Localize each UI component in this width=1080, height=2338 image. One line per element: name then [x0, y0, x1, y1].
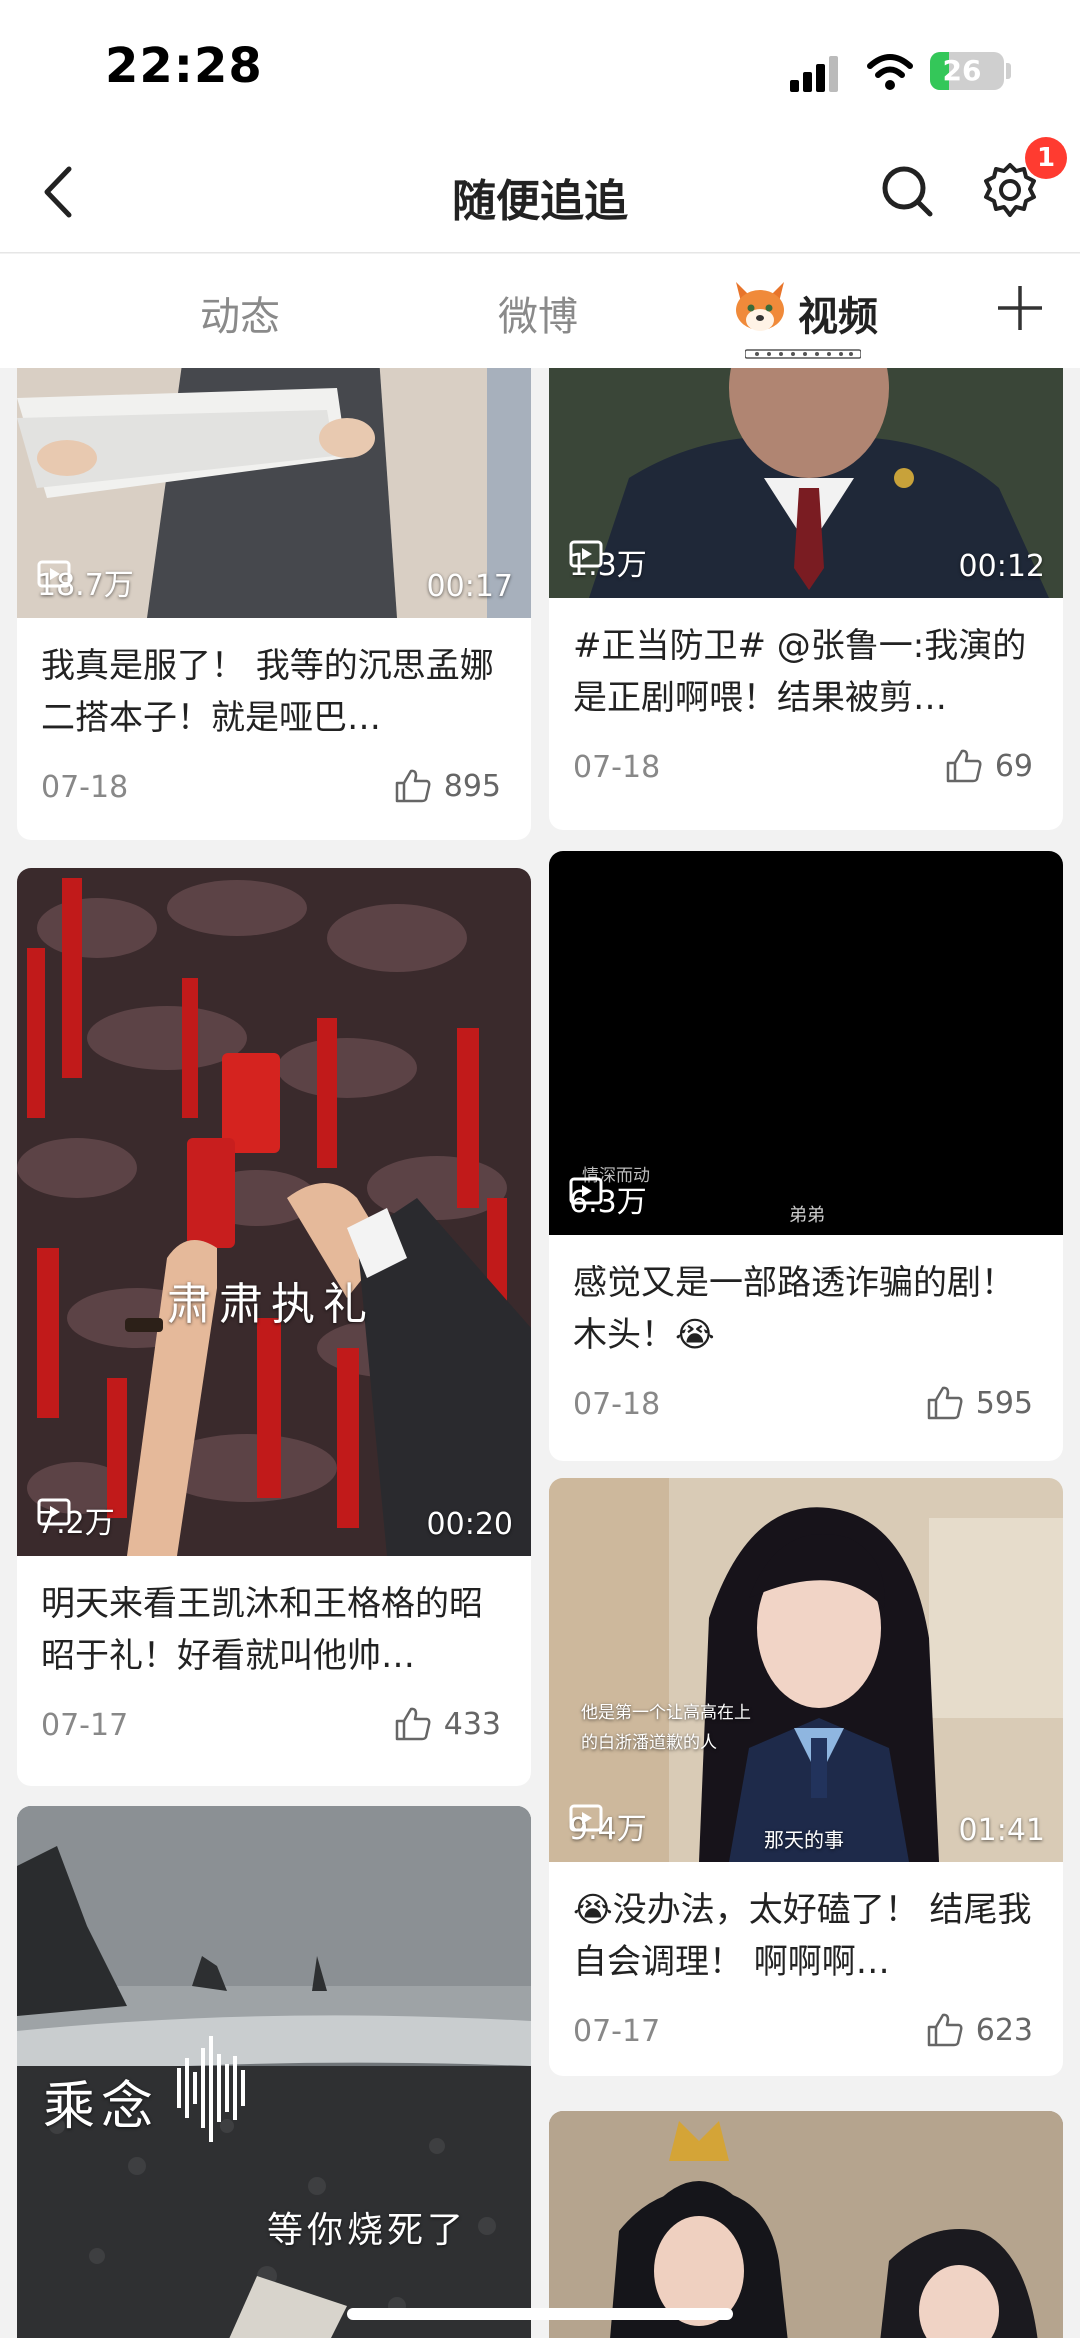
post-date: 07-18: [41, 770, 129, 805]
add-tab-button[interactable]: [990, 278, 1050, 338]
video-thumbnail[interactable]: 情深而动 弟弟 6.3万: [549, 851, 1063, 1235]
post-date: 07-18: [573, 1387, 661, 1422]
notification-badge: 1: [1025, 137, 1067, 179]
home-indicator[interactable]: [347, 2308, 733, 2320]
video-duration: 00:17: [426, 569, 513, 604]
video-card[interactable]: 乘念 等你烧死了: [17, 1806, 531, 2338]
battery-icon: 26: [930, 52, 1004, 90]
video-thumbnail[interactable]: 1.3万 00:12: [549, 368, 1063, 598]
video-subtitle-text: 的白浙潘道歉的人: [581, 1733, 717, 1753]
video-card[interactable]: 1.3万 00:12 #正当防卫# @张鲁一:我演的是正剧啊喂！结果被剪… 07…: [549, 368, 1063, 830]
like-count: 69: [994, 748, 1033, 784]
like-count: 433: [443, 1706, 501, 1742]
thumbs-up-icon: [927, 2013, 963, 2047]
play-icon: [569, 1804, 603, 1832]
video-thumbnail[interactable]: 18.7万 00:17: [17, 368, 531, 618]
search-icon[interactable]: [875, 159, 939, 223]
nav-bar: 随便追追: [0, 135, 1080, 253]
status-bar: 22:28 26: [0, 0, 1080, 135]
video-duration: 00:12: [958, 549, 1045, 584]
card-meta: 07-18 69: [549, 724, 1063, 816]
video-subtitle-text: 等你烧死了: [267, 2210, 468, 2251]
play-count: 6.3万: [569, 1177, 647, 1221]
battery-percent: 26: [942, 54, 982, 87]
like-count: 595: [975, 1385, 1033, 1421]
video-overlay-text: 乘念: [43, 2077, 160, 2137]
like-count: 623: [975, 2012, 1033, 2048]
card-meta: 07-18 595: [549, 1361, 1063, 1453]
video-card[interactable]: 他是第一个让高高在上 的白浙潘道歉的人 那天的事 9.4万 01:41 😭没办法…: [549, 1478, 1063, 2076]
play-icon: [37, 1498, 71, 1526]
video-subtitle-text: 他是第一个让高高在上: [581, 1703, 751, 1723]
tab-bar: 动态 微博 视频: [0, 254, 1080, 368]
video-feed[interactable]: 18.7万 00:17 我真是服了！ 我等的沉思孟娜二搭本子！就是哑巴… 07-…: [0, 368, 1080, 2338]
thumbs-up-icon: [927, 1386, 963, 1420]
fox-icon: [736, 282, 784, 331]
play-icon: [37, 560, 71, 588]
video-thumbnail[interactable]: 肃肃执礼 7.2万 00:20: [17, 868, 531, 1556]
video-overlay-text: 肃肃执礼: [167, 1279, 375, 1330]
play-count: 7.2万: [37, 1498, 115, 1542]
card-meta: 07-18 895: [17, 744, 531, 836]
video-subtitle-text: 弟弟: [789, 1205, 825, 1226]
like-button[interactable]: 433: [394, 1706, 501, 1742]
card-title[interactable]: 😭没办法，太好磕了！ 结尾我自会调理！ 啊啊啊…: [549, 1862, 1063, 1988]
video-card[interactable]: 18.7万 00:17 我真是服了！ 我等的沉思孟娜二搭本子！就是哑巴… 07-…: [17, 368, 531, 840]
like-button[interactable]: 69: [945, 748, 1033, 784]
tab-video[interactable]: 视频: [798, 284, 878, 342]
like-button[interactable]: 595: [926, 1385, 1033, 1421]
video-card[interactable]: 肃肃执礼 7.2万 00:20 明天来看王凯沐和王格格的昭昭于礼！好看就叫他帅……: [17, 868, 531, 1786]
like-count: 895: [443, 768, 501, 804]
video-thumbnail[interactable]: 他是第一个让高高在上 的白浙潘道歉的人 那天的事 9.4万 01:41: [549, 1478, 1063, 1862]
video-thumbnail[interactable]: 乘念 等你烧死了: [17, 1806, 531, 2338]
post-date: 07-17: [41, 1708, 129, 1743]
cellular-signal-icon: [790, 56, 842, 92]
card-title[interactable]: #正当防卫# @张鲁一:我演的是正剧啊喂！结果被剪…: [549, 598, 1063, 724]
status-time: 22:28: [105, 38, 263, 94]
like-button[interactable]: 895: [394, 768, 501, 804]
tab-weibo[interactable]: 微博: [498, 284, 578, 342]
thumbs-up-icon: [395, 769, 431, 803]
play-count: 9.4万: [569, 1804, 647, 1848]
card-meta: 07-17 433: [17, 1682, 531, 1774]
play-count: 1.3万: [569, 540, 647, 584]
card-title[interactable]: 我真是服了！ 我等的沉思孟娜二搭本子！就是哑巴…: [17, 618, 531, 744]
play-icon: [569, 1177, 603, 1205]
like-button[interactable]: 623: [926, 2012, 1033, 2048]
card-title[interactable]: 明天来看王凯沐和王格格的昭昭于礼！好看就叫他帅…: [17, 1556, 531, 1682]
post-date: 07-17: [573, 2014, 661, 2049]
video-thumbnail[interactable]: [549, 2111, 1063, 2338]
video-card[interactable]: [549, 2111, 1063, 2338]
wifi-icon: [867, 54, 913, 90]
battery-tip: [1006, 63, 1011, 79]
active-tab-indicator: [745, 349, 861, 359]
thumbs-up-icon: [946, 749, 982, 783]
video-duration: 01:41: [958, 1813, 1045, 1848]
video-card[interactable]: 情深而动 弟弟 6.3万 感觉又是一部路透诈骗的剧！木头！😭 07-18 595: [549, 851, 1063, 1461]
card-title[interactable]: 感觉又是一部路透诈骗的剧！木头！😭: [549, 1235, 1063, 1361]
play-count: 18.7万: [37, 560, 134, 604]
card-meta: 07-17 623: [549, 1988, 1063, 2076]
post-date: 07-18: [573, 750, 661, 785]
video-duration: 00:20: [426, 1507, 513, 1542]
play-icon: [569, 540, 603, 568]
tab-dynamics[interactable]: 动态: [200, 284, 280, 342]
video-subtitle-text: 那天的事: [764, 1828, 844, 1852]
thumbs-up-icon: [395, 1707, 431, 1741]
